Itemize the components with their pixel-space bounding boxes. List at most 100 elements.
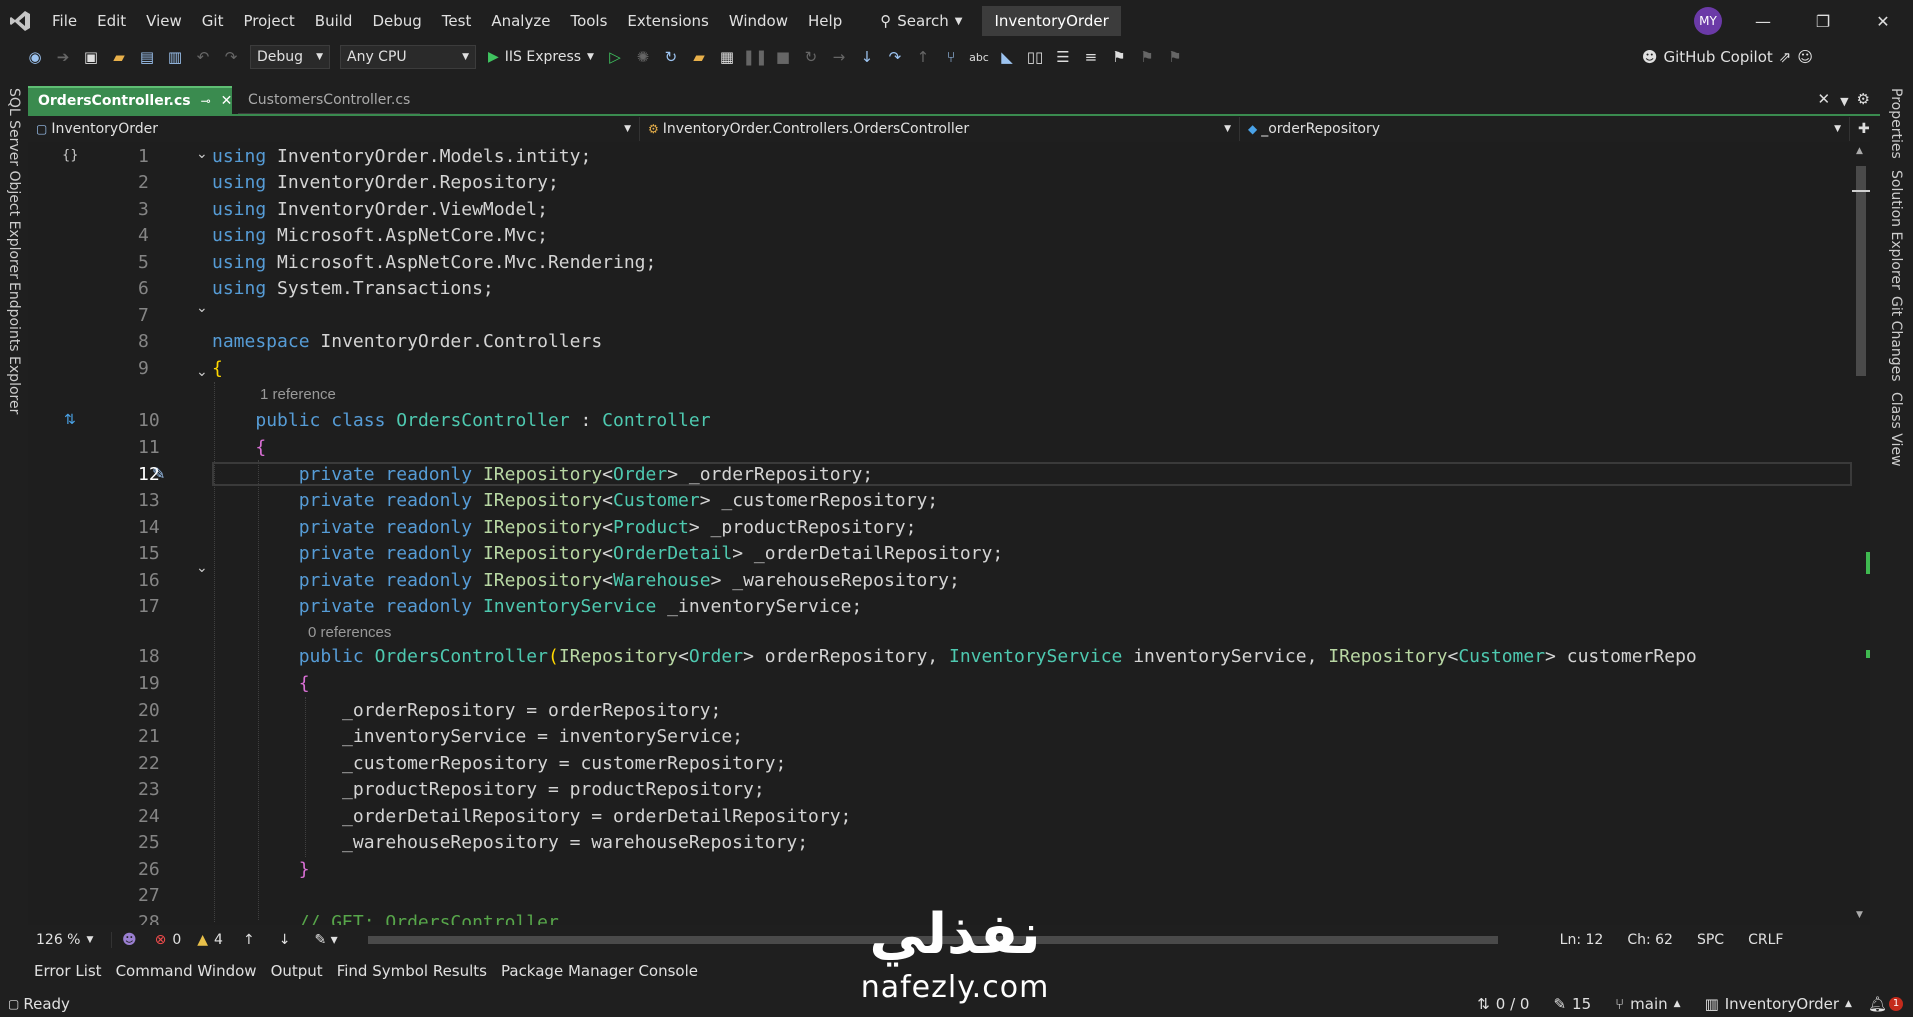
run-button[interactable]: ▶ IIS Express ▼ <box>482 49 600 65</box>
navigate-forward-icon[interactable]: ➔ <box>50 44 76 70</box>
solution-name[interactable]: InventoryOrder <box>982 6 1121 36</box>
pending-changes-indicator[interactable]: ✎ 15 <box>1541 995 1603 1013</box>
settings-gear-icon[interactable]: ⚙ <box>1853 90 1880 114</box>
next-bookmark-icon[interactable]: ⚑ <box>1162 44 1188 70</box>
menu-analyze[interactable]: Analyze <box>481 0 560 42</box>
show-next-statement-icon[interactable]: → <box>826 44 852 70</box>
scroll-up-icon[interactable]: ▲ <box>1856 146 1863 156</box>
open-folder-icon[interactable]: ▰ <box>106 44 132 70</box>
undo-icon[interactable]: ↶ <box>190 44 216 70</box>
layout-icon[interactable]: ▦ <box>714 44 740 70</box>
fold-toggle[interactable]: ⌄ <box>196 300 208 316</box>
branch-icon[interactable]: ⑂ <box>938 44 964 70</box>
comment-icon[interactable]: ≡ <box>1078 44 1104 70</box>
whitespace-indicator[interactable]: SPC <box>1685 932 1736 948</box>
split-editor-icon[interactable]: ✚ <box>1850 121 1870 137</box>
errors-indicator[interactable]: ⊗ 0 <box>147 932 190 948</box>
tab-output[interactable]: Output <box>271 962 323 980</box>
menu-file[interactable]: File <box>42 0 87 42</box>
search-button[interactable]: ⚲ Search ▼ <box>870 12 972 30</box>
step-over-icon[interactable]: ↷ <box>882 44 908 70</box>
snippet-icon[interactable]: {} <box>62 148 79 163</box>
refresh-icon[interactable]: ↻ <box>658 44 684 70</box>
spell-check-icon[interactable]: abc <box>966 44 992 70</box>
menu-git[interactable]: Git <box>192 0 234 42</box>
previous-issue-icon[interactable]: ↑ <box>231 932 267 948</box>
visual-studio-logo-icon[interactable] <box>8 9 32 33</box>
share-icon[interactable]: ⇗ <box>1779 48 1792 66</box>
project-dropdown[interactable]: ▢ InventoryOrder ▼ <box>28 117 640 141</box>
solution-explorer-tab[interactable]: Solution Explorer <box>1888 170 1904 290</box>
tab-package-manager-console[interactable]: Package Manager Console <box>501 962 698 980</box>
code-map-icon[interactable]: ⇅ <box>64 412 76 428</box>
menu-tools[interactable]: Tools <box>560 0 617 42</box>
navigate-back-icon[interactable]: ◉ <box>22 44 48 70</box>
menu-build[interactable]: Build <box>305 0 363 42</box>
new-project-icon[interactable]: ▣ <box>78 44 104 70</box>
branch-indicator[interactable]: ⑂ main ▲ <box>1603 995 1692 1013</box>
close-window-button[interactable]: ✕ <box>1853 0 1913 42</box>
copilot-status-icon[interactable]: ☻ <box>112 932 147 948</box>
tab-error-list[interactable]: Error List <box>34 962 102 980</box>
member-dropdown[interactable]: ◆ _orderRepository ▼ <box>1240 117 1850 141</box>
menu-extensions[interactable]: Extensions <box>617 0 718 42</box>
tab-orders-controller[interactable]: OrdersController.cs ⊸ ✕ <box>28 86 232 114</box>
sql-server-object-explorer-tab[interactable]: SQL Server Object Explorer <box>6 88 22 279</box>
github-copilot-button[interactable]: ☻ GitHub Copilot ⇗ ☺ <box>1642 42 1813 72</box>
fold-toggle[interactable]: ⌄ <box>196 560 208 576</box>
bookmark-icon[interactable]: ⚑ <box>1106 44 1132 70</box>
notifications-button[interactable]: 🔔︎ 1 <box>1864 995 1913 1013</box>
menu-test[interactable]: Test <box>432 0 482 42</box>
menu-project[interactable]: Project <box>233 0 304 42</box>
code-editor[interactable]: {} ⇅ ✎ 1 2 3 4 5 6 7 8 9 10 11 12 13 14 15 16 17 18 19 20 21… <box>28 142 1852 925</box>
redo-icon[interactable]: ↷ <box>218 44 244 70</box>
tab-find-symbol-results[interactable]: Find Symbol Results <box>337 962 487 980</box>
vertical-scrollbar[interactable]: ▲ ▼ <box>1852 142 1870 925</box>
tab-command-window[interactable]: Command Window <box>116 962 257 980</box>
tab-dropdown-icon[interactable]: ▼ <box>1836 95 1852 114</box>
restart-icon[interactable]: ↻ <box>798 44 824 70</box>
restore-button[interactable]: ❐ <box>1793 0 1853 42</box>
minimize-button[interactable]: — <box>1733 0 1793 42</box>
indent-icon[interactable]: ☰ <box>1050 44 1076 70</box>
line-ending-indicator[interactable]: CRLF <box>1736 932 1795 948</box>
column-indicator[interactable]: Ch: 62 <box>1615 932 1685 948</box>
feedback-icon[interactable]: ☺ <box>1797 48 1813 66</box>
pin-icon[interactable]: ⊸ <box>201 94 211 108</box>
code-lens-references[interactable]: 1 reference <box>260 386 336 403</box>
menu-window[interactable]: Window <box>719 0 798 42</box>
stop-icon[interactable]: ■ <box>770 44 796 70</box>
repository-indicator[interactable]: ▥ InventoryOrder ▲ <box>1693 995 1864 1013</box>
step-into-icon[interactable]: ↓ <box>854 44 880 70</box>
git-sync-indicator[interactable]: ⇅ 0 / 0 <box>1465 995 1541 1013</box>
hot-reload-icon[interactable]: ✺ <box>630 44 656 70</box>
type-dropdown[interactable]: ⚙ InventoryOrder.Controllers.OrdersContr… <box>640 117 1240 141</box>
platform-select[interactable]: Any CPU ▼ <box>340 45 476 69</box>
git-changes-tab[interactable]: Git Changes <box>1888 296 1904 382</box>
menu-view[interactable]: View <box>136 0 192 42</box>
tab-customers-controller[interactable]: CustomersController.cs <box>238 86 421 114</box>
next-issue-icon[interactable]: ↓ <box>267 932 303 948</box>
scroll-down-icon[interactable]: ▼ <box>1856 910 1863 920</box>
code-lens-references[interactable]: 0 references <box>308 624 391 641</box>
properties-tab[interactable]: Properties <box>1888 88 1904 159</box>
step-out-icon[interactable]: ↑ <box>910 44 936 70</box>
cursor-icon[interactable]: ◣ <box>994 44 1020 70</box>
save-all-icon[interactable]: ▥ <box>162 44 188 70</box>
prev-bookmark-icon[interactable]: ⚑ <box>1134 44 1160 70</box>
start-without-debugging-icon[interactable]: ▷ <box>602 44 628 70</box>
menu-edit[interactable]: Edit <box>87 0 136 42</box>
close-icon[interactable]: ✕ <box>221 93 233 109</box>
menu-help[interactable]: Help <box>798 0 852 42</box>
class-view-tab[interactable]: Class View <box>1888 392 1904 467</box>
line-indicator[interactable]: Ln: 12 <box>1548 932 1616 948</box>
pause-icon[interactable]: ❚❚ <box>742 44 768 70</box>
zoom-select[interactable]: 126 % ▼ <box>28 932 112 948</box>
endpoints-explorer-tab[interactable]: Endpoints Explorer <box>6 282 22 414</box>
avatar[interactable]: MY <box>1694 7 1722 35</box>
menu-debug[interactable]: Debug <box>362 0 431 42</box>
compare-icon[interactable]: ▯▯ <box>1022 44 1048 70</box>
fold-toggle[interactable]: ⌄ <box>196 364 208 380</box>
close-all-icon[interactable]: ✕ <box>1812 90 1837 114</box>
fold-toggle[interactable]: ⌄ <box>196 146 208 162</box>
